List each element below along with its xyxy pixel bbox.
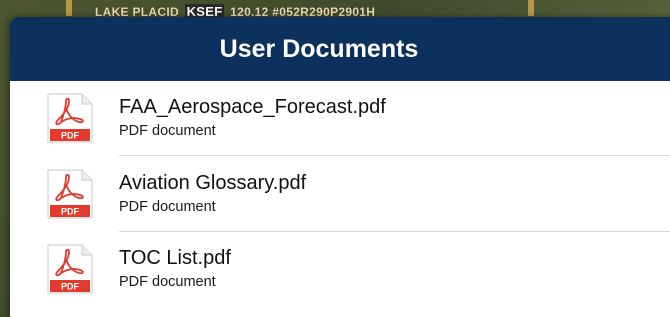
pdf-file-icon: PDF bbox=[47, 244, 93, 294]
pdf-badge-label: PDF bbox=[61, 282, 80, 292]
document-row[interactable]: PDF FAA_Aerospace_Forecast.pdf PDF docum… bbox=[10, 81, 670, 156]
document-name: Aviation Glossary.pdf bbox=[119, 172, 307, 194]
pdf-badge-label: PDF bbox=[61, 207, 80, 217]
document-type: PDF document bbox=[119, 123, 216, 139]
row-divider bbox=[119, 155, 670, 156]
document-name: TOC List.pdf bbox=[119, 247, 231, 269]
pdf-badge-label: PDF bbox=[61, 131, 80, 141]
document-type: PDF document bbox=[119, 274, 216, 290]
map-boundary-marker bbox=[66, 0, 72, 16]
document-row[interactable]: PDF TOC List.pdf PDF document bbox=[10, 232, 670, 307]
document-type: PDF document bbox=[119, 199, 216, 215]
user-documents-panel: User Documents PDF FAA_Aerospace_Forecas… bbox=[10, 17, 670, 317]
pdf-file-icon: PDF bbox=[47, 169, 93, 219]
document-name: FAA_Aerospace_Forecast.pdf bbox=[119, 96, 386, 118]
document-row[interactable]: PDF Aviation Glossary.pdf PDF document bbox=[10, 157, 670, 232]
map-boundary-marker bbox=[528, 0, 534, 16]
pdf-file-icon: PDF bbox=[47, 93, 93, 143]
map-airport-label: LAKE PLACID KSEF 120.12 #052R290P2901H bbox=[95, 4, 375, 19]
panel-header: User Documents bbox=[10, 17, 670, 81]
panel-title: User Documents bbox=[219, 34, 419, 63]
